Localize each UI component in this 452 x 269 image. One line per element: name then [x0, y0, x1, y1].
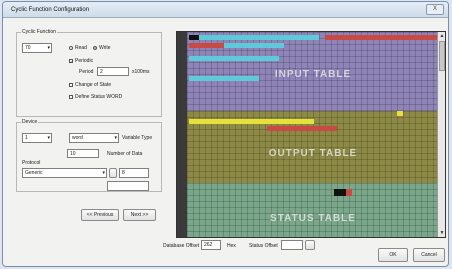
define-status-label: Define Status WORD — [75, 94, 123, 100]
row-header — [177, 32, 187, 237]
config-dialog: Cyclic Function Configuration X Cyclic F… — [2, 1, 449, 267]
input-bar-red-2 — [189, 43, 224, 48]
address-input[interactable]: 10 — [67, 149, 99, 158]
define-status-check-icon — [69, 94, 73, 99]
status-offset-label: Status Offset — [249, 243, 278, 249]
number-of-data-input[interactable]: 8 — [119, 168, 149, 178]
status-table-label: STATUS TABLE — [270, 213, 356, 224]
change-of-state-check-icon — [69, 82, 73, 87]
period-input[interactable]: 2 — [97, 67, 129, 76]
periodic-check-icon: ✓ — [69, 58, 74, 64]
input-bar-cyan-3 — [189, 56, 279, 61]
input-bar-black — [189, 35, 199, 40]
periodic-checkbox[interactable]: ✓ Periodic — [69, 58, 93, 64]
variable-type-select[interactable]: word — [69, 133, 119, 143]
read-label: Read — [75, 45, 87, 51]
scroll-up-icon[interactable]: ▲ — [439, 33, 445, 39]
output-table-region: OUTPUT TABLE — [187, 111, 439, 183]
output-bar-red — [267, 126, 337, 131]
protocol-label: Protocol — [22, 160, 41, 166]
status-offset-button[interactable] — [305, 240, 315, 250]
cyclic-function-label: Cyclic Function — [21, 29, 57, 35]
read-radio[interactable]: Read — [69, 45, 87, 51]
ok-button[interactable]: OK — [378, 248, 408, 262]
hex-label: Hex — [227, 243, 236, 249]
status-offset-input[interactable] — [281, 240, 303, 250]
change-of-state-checkbox[interactable]: Change of State — [69, 82, 111, 88]
output-bar-yellow-2 — [189, 119, 314, 124]
function-select[interactable]: 70 — [22, 43, 52, 53]
period-label: Period — [79, 69, 94, 75]
output-bar-yellow-1 — [397, 111, 403, 116]
status-bar-black — [334, 189, 346, 196]
period-unit: x100ms — [132, 69, 150, 75]
close-button[interactable]: X — [426, 4, 444, 15]
input-table-region: INPUT TABLE — [187, 32, 445, 111]
memory-map-grid[interactable]: INPUT TABLE OUTPUT TABLE STATUS TABLE ▲ … — [176, 31, 446, 238]
write-radio[interactable]: Write — [93, 45, 111, 51]
number-of-data-label: Number of Data — [107, 151, 143, 157]
input-bar-cyan-2 — [224, 43, 284, 48]
extra-field[interactable] — [107, 181, 149, 191]
write-radio-icon — [93, 45, 97, 50]
number-of-data-spinner[interactable] — [109, 168, 117, 178]
scroll-thumb[interactable] — [439, 41, 445, 71]
variable-type-label: Variable Type — [122, 135, 153, 141]
device-group: Device 1 word Variable Type 10 Number of… — [16, 119, 162, 192]
window-title: Cyclic Function Configuration — [11, 7, 90, 13]
device-select[interactable]: 1 — [22, 133, 52, 143]
cyclic-function-group: Cyclic Function 70 Read Write ✓Periodic … — [16, 29, 162, 117]
write-label: Write — [99, 45, 111, 51]
grid-scrollbar[interactable]: ▲ ▼ — [437, 32, 445, 237]
input-bar-red-1 — [325, 35, 445, 40]
input-bar-cyan-1 — [199, 35, 319, 40]
scroll-down-icon[interactable]: ▼ — [439, 230, 445, 236]
cancel-button[interactable]: Cancel — [413, 248, 445, 262]
status-table-region: STATUS TABLE — [187, 183, 439, 237]
output-table-label: OUTPUT TABLE — [268, 148, 358, 159]
previous-button[interactable]: << Previous — [81, 209, 119, 221]
input-table-label: INPUT TABLE — [274, 69, 352, 80]
database-offset-label: Database Offset — [163, 243, 200, 249]
read-radio-icon — [69, 45, 73, 50]
define-status-checkbox[interactable]: Define Status WORD — [69, 94, 122, 100]
status-bar-red — [346, 189, 352, 196]
database-offset-input[interactable]: 262 — [201, 240, 221, 250]
change-of-state-label: Change of State — [75, 82, 112, 88]
next-button[interactable]: Next >> — [123, 209, 156, 221]
device-label: Device — [21, 119, 39, 125]
periodic-label: Periodic — [75, 58, 94, 64]
protocol-select[interactable]: Generic — [22, 168, 107, 178]
title-bar: Cyclic Function Configuration X — [3, 2, 448, 18]
